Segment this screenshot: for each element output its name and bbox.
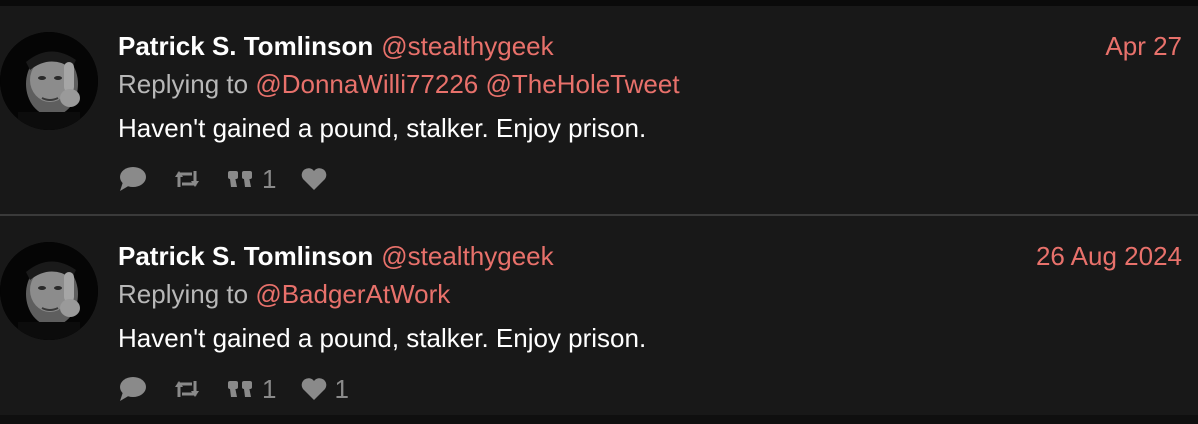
replying-to: Replying to @DonnaWilli77226 @TheHoleTwe… xyxy=(118,68,680,100)
tweet-actions: 1 1 xyxy=(118,374,373,404)
tweet-date[interactable]: Apr 27 xyxy=(1105,30,1182,62)
tweet-text: Haven't gained a pound, stalker. Enjoy p… xyxy=(118,323,647,353)
user-handle[interactable]: @stealthygeek xyxy=(381,241,553,271)
quote-button[interactable]: 1 xyxy=(226,374,276,405)
retweet-icon xyxy=(172,377,202,401)
tweet[interactable]: Patrick S. Tomlinson @stealthygeek 26 Aug… xyxy=(0,216,1198,424)
mention-link[interactable]: @BadgerAtWork xyxy=(255,279,450,309)
tweet-header: Patrick S. Tomlinson @stealthygeek xyxy=(118,30,554,62)
quote-icon xyxy=(226,167,256,191)
reply-icon xyxy=(118,166,148,192)
tweet-text: Haven't gained a pound, stalker. Enjoy p… xyxy=(118,113,647,143)
reply-button[interactable] xyxy=(118,166,148,192)
tweet-actions: 1 xyxy=(118,164,358,194)
replying-prefix: Replying to xyxy=(118,279,249,309)
quote-button[interactable]: 1 xyxy=(226,164,276,195)
timeline: Patrick S. Tomlinson @stealthygeek Apr 27… xyxy=(0,6,1198,415)
avatar[interactable] xyxy=(0,242,98,340)
retweet-button[interactable] xyxy=(172,167,202,191)
reply-icon xyxy=(118,376,148,402)
heart-icon xyxy=(300,377,328,401)
reply-button[interactable] xyxy=(118,376,148,402)
replying-prefix: Replying to xyxy=(118,69,249,99)
quote-count: 1 xyxy=(262,163,277,194)
tweet-header: Patrick S. Tomlinson @stealthygeek xyxy=(118,240,554,272)
replying-to: Replying to @BadgerAtWork xyxy=(118,278,450,310)
mention-link[interactable]: @DonnaWilli77226 xyxy=(255,69,478,99)
tweet-date[interactable]: 26 Aug 2024 xyxy=(1036,240,1182,272)
like-button[interactable]: 1 xyxy=(300,373,349,405)
like-count: 1 xyxy=(334,373,349,404)
like-button[interactable] xyxy=(300,167,334,191)
quote-icon xyxy=(226,377,256,401)
mention-link[interactable]: @TheHoleTweet xyxy=(486,69,680,99)
user-handle[interactable]: @stealthygeek xyxy=(381,31,553,61)
retweet-button[interactable] xyxy=(172,377,202,401)
heart-icon xyxy=(300,167,328,191)
display-name[interactable]: Patrick S. Tomlinson xyxy=(118,31,373,61)
avatar[interactable] xyxy=(0,32,98,130)
display-name[interactable]: Patrick S. Tomlinson xyxy=(118,241,373,271)
retweet-icon xyxy=(172,167,202,191)
quote-count: 1 xyxy=(262,373,277,404)
tweet[interactable]: Patrick S. Tomlinson @stealthygeek Apr 27… xyxy=(0,6,1198,216)
